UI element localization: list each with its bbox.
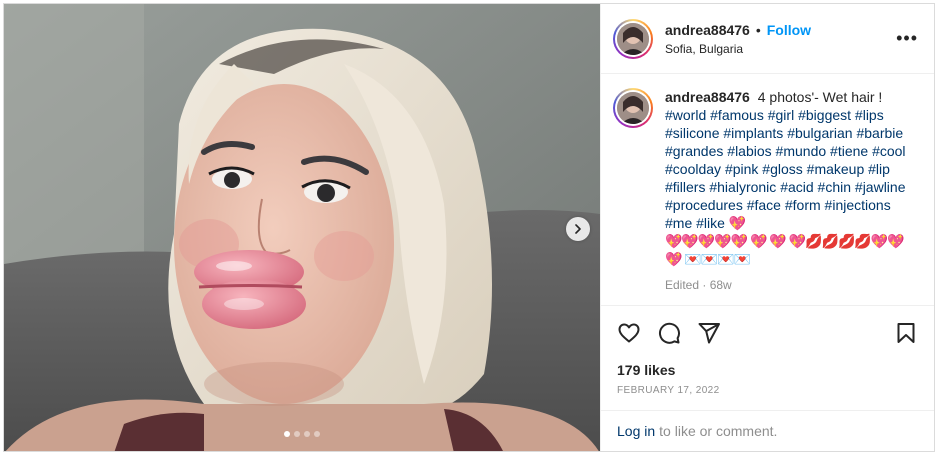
separator-dot: • [755,21,761,38]
heart-icon [618,323,640,342]
emoji-text: 💖 [728,215,746,231]
post-location[interactable]: Sofia, Bulgaria [665,41,896,57]
hashtag-link[interactable]: #fillers [665,179,705,195]
avatar[interactable] [617,92,649,124]
hashtag-link[interactable]: #form [785,197,821,213]
hashtag-link[interactable]: #famous [710,107,764,123]
hashtag-link[interactable]: #chin [818,179,851,195]
comment-icon [658,322,680,344]
carousel-dot [304,431,310,437]
hashtag-link[interactable]: #biggest [798,107,851,123]
hashtag-link[interactable]: #gloss [762,161,802,177]
hashtag-link[interactable]: #mundo [776,143,827,159]
caption-intro: 4 photos'- Wet hair ! [757,89,883,105]
follow-button[interactable]: Follow [767,22,811,38]
hashtag-link[interactable]: #girl [768,107,794,123]
carousel-dot [314,431,320,437]
comment-button[interactable] [657,321,681,345]
hashtag-link[interactable]: #procedures [665,197,743,213]
hashtag-link[interactable]: #grandes [665,143,723,159]
story-ring[interactable] [613,88,653,128]
like-button[interactable] [617,321,641,345]
like-count[interactable]: 179 likes [601,361,934,379]
hashtag-link[interactable]: #bulgarian [787,125,852,141]
hashtag-link[interactable]: #labios [727,143,771,159]
edited-timestamp: Edited · 68w [665,278,732,292]
post-dialog: andrea88476 • Follow Sofia, Bulgaria ••• [3,3,935,452]
post-username[interactable]: andrea88476 [665,22,750,38]
hashtag-link[interactable]: #lip [868,161,890,177]
hashtag-link[interactable]: #tiene [830,143,868,159]
save-button[interactable] [894,321,918,345]
next-photo-button[interactable] [566,217,590,241]
login-link[interactable]: Log in [617,423,655,439]
hashtag-link[interactable]: #lips [855,107,884,123]
story-ring[interactable] [613,18,653,59]
hashtag-link[interactable]: #implants [723,125,783,141]
carousel-indicator [4,431,600,437]
caption-username[interactable]: andrea88476 [665,89,750,105]
hashtag-link[interactable]: #world [665,107,706,123]
post-photo[interactable] [4,4,600,451]
carousel-dot [284,431,290,437]
post-side-panel: andrea88476 • Follow Sofia, Bulgaria ••• [600,4,934,451]
bookmark-icon [897,322,915,343]
hashtag-link[interactable]: #acid [780,179,813,195]
share-button[interactable] [697,321,721,345]
hashtag-link[interactable]: #face [747,197,781,213]
paper-plane-icon [698,322,720,343]
hashtag-link[interactable]: #silicone [665,125,719,141]
hashtag-link[interactable]: #like [696,215,725,231]
carousel-dot [294,431,300,437]
login-prompt: Log in to like or comment. [601,410,934,451]
emoji-text: 💖 💌💌💌💌 [665,251,751,267]
login-prompt-text: to like or comment. [659,423,778,439]
photo-illustration [4,4,600,451]
hashtag-link[interactable]: #hialyronic [709,179,776,195]
hashtag-link[interactable]: #injections [825,197,891,213]
caption-text: andrea88476 4 photos'- Wet hair ! #world… [665,88,909,268]
hashtag-link[interactable]: #barbie [856,125,903,141]
hashtag-list: #world #famous #girl #biggest #lips #sil… [665,107,906,231]
avatar[interactable] [617,22,649,55]
emoji-text: 💖💖💖💖💖 💖 💖 💖💋💋💋💋💖💖 [665,233,905,249]
post-date[interactable]: FEBRUARY 17, 2022 [601,385,934,396]
comments-area: andrea88476 4 photos'- Wet hair ! #world… [601,74,934,305]
hashtag-link[interactable]: #makeup [807,161,865,177]
more-options-button[interactable]: ••• [896,28,918,49]
caption-row: andrea88476 4 photos'- Wet hair ! #world… [613,88,918,268]
post-header: andrea88476 • Follow Sofia, Bulgaria ••• [601,4,934,74]
hashtag-link[interactable]: #cool [872,143,905,159]
chevron-right-icon [575,224,581,234]
hashtag-link[interactable]: #jawline [855,179,906,195]
hashtag-link[interactable]: #coolday [665,161,721,177]
hashtag-link[interactable]: #pink [725,161,758,177]
hashtag-link[interactable]: #me [665,215,692,231]
action-bar [601,305,934,359]
